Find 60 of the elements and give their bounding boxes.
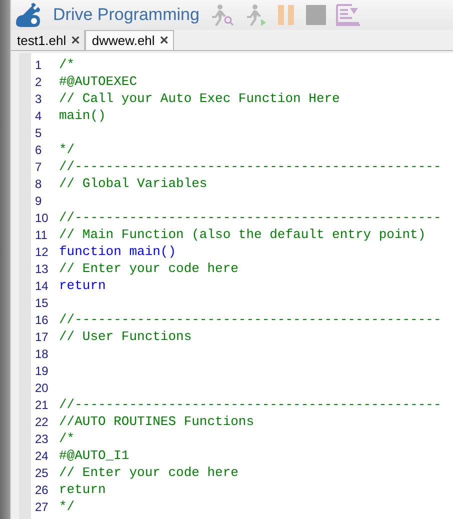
line-number: 17 [35,330,50,344]
line-number: 27 [35,500,50,514]
line-number: 24 [35,448,50,462]
line-number: 15 [35,296,50,310]
code-line: #@AUTOEXEC [59,74,138,89]
code-line: */ [59,142,75,157]
file-tab[interactable]: dwwew.ehl × [84,30,174,50]
code-line: // User Functions [59,329,192,344]
code-line: return [59,278,106,293]
line-number: 2 [35,74,43,88]
code-line: */ [59,499,75,514]
line-number: 23 [35,432,50,446]
line-number: 4 [35,108,43,122]
pause-icon[interactable] [276,4,296,26]
code-line: //----------------------------------------------- [59,312,442,327]
line-number: 25 [35,466,50,480]
code-line: //----------------------------------------------- [59,159,442,174]
download-list-icon[interactable] [336,4,360,26]
code-line: /* [59,57,75,72]
line-number: 5 [35,126,43,140]
line-number: 19 [35,364,50,378]
line-number: 12 [35,244,50,258]
line-number: 3 [35,92,43,106]
code-line: //----------------------------------------------- [59,397,442,412]
line-number: 20 [35,380,50,394]
line-number: 8 [35,176,43,190]
line-number: 6 [35,142,43,156]
line-number: 9 [35,194,43,208]
code-line: //AUTO ROUTINES Functions [59,414,254,429]
line-number: 16 [35,312,50,326]
line-number: 1 [35,58,43,72]
file-tab[interactable]: test1.ehl × [11,30,85,50]
runner-search-icon[interactable] [210,4,234,26]
code-line: //----------------------------------------------- [59,210,442,225]
line-number: 22 [35,414,50,428]
code-line: // Main Function (also the default entry point) [59,227,426,242]
line-number: 26 [35,482,50,496]
close-icon[interactable]: × [71,32,80,48]
code-line: // Enter your code here [59,465,238,480]
line-number: 11 [35,228,48,242]
code-line: /* [59,431,75,446]
line-number: 21 [35,398,50,412]
code-line: #@AUTO_I1 [59,448,130,463]
tab-label: test1.ehl [17,32,66,48]
code-line: // Enter your code here [59,261,238,276]
code-line: // Call your Auto Exec Function Here [59,91,340,106]
code-line: function main() [59,244,176,259]
line-number: 7 [35,160,43,174]
tab-label: dwwew.ehl [92,33,155,48]
line-number: 18 [35,346,50,360]
stop-icon[interactable] [305,4,328,26]
line-number: 13 [35,262,50,276]
line-number: 14 [35,278,50,292]
code-line: // Global Variables [59,176,208,191]
code-line: main() [59,108,106,123]
code-line: return [59,482,106,497]
close-icon[interactable]: × [160,32,169,49]
window-title: Drive Programming [53,5,200,25]
line-number: 10 [35,210,50,224]
code-editor[interactable] [19,53,453,519]
